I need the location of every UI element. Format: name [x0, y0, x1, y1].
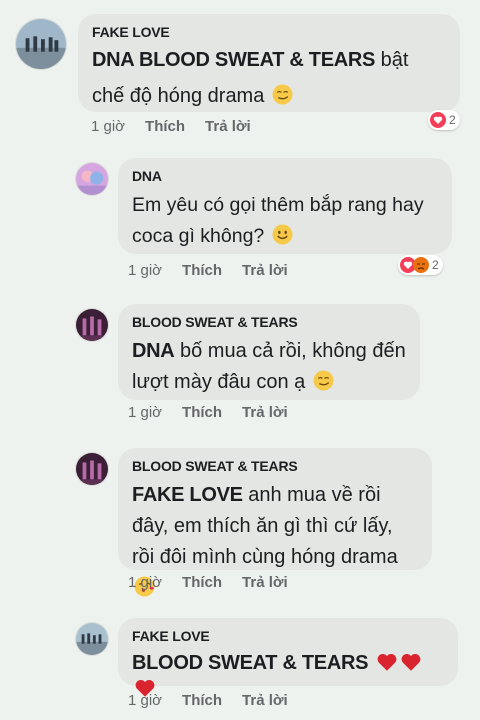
reaction-count: 2: [432, 258, 439, 272]
comment-text: DNA BLOOD SWEAT & TEARS bật chế độ hóng …: [92, 49, 409, 107]
red-heart-icon: [401, 653, 421, 671]
like-button[interactable]: Thích: [145, 118, 185, 135]
angry-reaction-icon: [413, 257, 429, 273]
comment-time: 1 giờ: [128, 262, 163, 279]
like-button[interactable]: Thích: [182, 262, 222, 279]
comment-actions: 1 giờ Thích Trả lời: [128, 574, 308, 591]
reply-button[interactable]: Trả lời: [205, 118, 251, 135]
like-button[interactable]: Thích: [182, 574, 222, 591]
reply-button[interactable]: Trả lời: [242, 262, 288, 279]
comment-text: Em yêu có gọi thêm bắp rang hay coca gì …: [132, 194, 424, 247]
comment-bubble: BLOOD SWEAT & TEARS FAKE LOVE anh mua về…: [118, 448, 432, 597]
comment-bubble: DNA Em yêu có gọi thêm bắp rang hay coca…: [118, 158, 452, 254]
avatar[interactable]: [75, 452, 109, 486]
reaction-summary[interactable]: 2: [428, 110, 460, 130]
comment-author[interactable]: FAKE LOVE: [132, 628, 444, 644]
comment-time: 1 giờ: [128, 574, 163, 591]
reply-button[interactable]: Trả lời: [242, 692, 288, 709]
comment-actions: 1 giờ Thích Trả lời: [128, 692, 308, 709]
comment-actions: 1 giờ Thích Trả lời: [128, 262, 308, 279]
smirk-emoji-icon: [313, 370, 334, 391]
comment-bubble: BLOOD SWEAT & TEARS DNA bố mua cả rồi, k…: [118, 304, 420, 400]
comment-actions: 1 giờ Thích Trả lời: [91, 118, 271, 135]
smile-emoji-icon: [272, 224, 293, 245]
comment-actions: 1 giờ Thích Trả lời: [128, 404, 308, 421]
reaction-count: 2: [449, 113, 456, 127]
comment-time: 1 giờ: [128, 692, 163, 709]
comment-author[interactable]: FAKE LOVE: [92, 24, 446, 40]
avatar[interactable]: [75, 308, 109, 342]
like-button[interactable]: Thích: [182, 404, 222, 421]
reaction-summary[interactable]: 2: [398, 255, 443, 275]
avatar[interactable]: [75, 622, 109, 656]
avatar[interactable]: [75, 162, 109, 196]
comment-text: DNA bố mua cả rồi, không đến lượt mày đâ…: [132, 340, 406, 393]
mention-link[interactable]: DNA BLOOD SWEAT & TEARS: [92, 49, 375, 71]
comment-time: 1 giờ: [128, 404, 163, 421]
like-button[interactable]: Thích: [182, 692, 222, 709]
mention-link[interactable]: FAKE LOVE: [132, 484, 243, 506]
avatar[interactable]: [15, 18, 67, 70]
reply-button[interactable]: Trả lời: [242, 404, 288, 421]
comment-bubble: FAKE LOVE BLOOD SWEAT & TEARS: [118, 618, 458, 697]
mention-link[interactable]: DNA: [132, 340, 175, 362]
comment-bubble: FAKE LOVE DNA BLOOD SWEAT & TEARS bật ch…: [78, 14, 460, 112]
comment-time: 1 giờ: [91, 118, 126, 135]
smirk-emoji-icon: [272, 84, 293, 105]
reply-button[interactable]: Trả lời: [242, 574, 288, 591]
mention-link[interactable]: BLOOD SWEAT & TEARS: [132, 652, 368, 674]
comment-author[interactable]: DNA: [132, 168, 438, 184]
comment-author[interactable]: BLOOD SWEAT & TEARS: [132, 314, 406, 330]
comment-author[interactable]: BLOOD SWEAT & TEARS: [132, 458, 418, 474]
love-reaction-icon: [430, 112, 446, 128]
red-heart-icon: [377, 653, 397, 671]
